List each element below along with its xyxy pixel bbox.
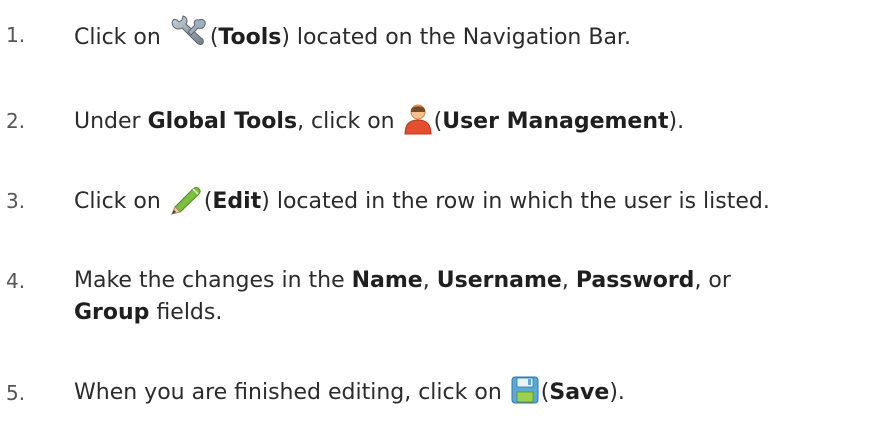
step-number: 3. [6, 189, 26, 213]
step-text: Group fields. [74, 300, 223, 325]
save-icon [510, 375, 540, 405]
user-icon [403, 103, 433, 135]
wrench-icon [169, 14, 209, 50]
step-text: Make the changes in the Name, Username, … [74, 268, 731, 293]
step-text: Under Global Tools, click on (User Manag… [74, 103, 684, 138]
pencil-icon [169, 183, 203, 215]
step-number: 2. [6, 109, 26, 133]
step-text: When you are finished editing, click on … [74, 375, 625, 408]
step-number: 5. [6, 381, 26, 405]
step-text: Click on (Tools) located on the Navigati… [74, 15, 631, 56]
step-text: Click on (Edit) located in the row in wh… [74, 186, 770, 218]
step-number: 4. [6, 269, 26, 293]
step-number: 1. [6, 23, 26, 47]
